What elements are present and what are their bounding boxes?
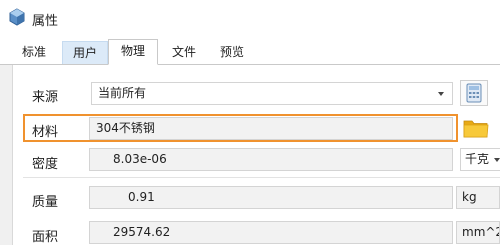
area-label: 面积 (32, 230, 59, 245)
calculator-icon (466, 83, 482, 103)
section-divider (23, 177, 500, 178)
source-value: 当前所有 (98, 86, 147, 100)
material-folder-button[interactable] (461, 115, 491, 141)
tab-user[interactable]: 用户 (62, 41, 108, 65)
mass-label: 质量 (32, 195, 59, 210)
tab-physical[interactable]: 物理 (108, 39, 158, 65)
folder-icon (463, 120, 489, 138)
window-title: 属性 (32, 14, 59, 29)
density-field[interactable]: 8.03e-06 (89, 148, 453, 171)
mass-value: 0.91 (128, 190, 155, 204)
area-field: 29574.62 (89, 221, 453, 244)
area-unit: mm^2 (462, 225, 500, 239)
area-unit-field: mm^2 (456, 221, 500, 244)
density-unit-dropdown[interactable]: 千克 (460, 148, 500, 171)
material-field[interactable]: 304不锈钢 (89, 117, 453, 140)
tab-strip: 标准 用户 物理 文件 预览 (0, 36, 500, 65)
tab-standard[interactable]: 标准 (14, 41, 54, 65)
density-unit: 千克 (465, 152, 490, 166)
app-icon (9, 8, 25, 26)
material-label: 材料 (32, 125, 59, 140)
title-bar: 属性 (0, 0, 500, 34)
mass-field: 0.91 (89, 186, 453, 209)
chevron-down-icon (438, 92, 444, 96)
tab-file[interactable]: 文件 (164, 41, 204, 65)
area-value: 29574.62 (113, 225, 171, 239)
density-value: 8.03e-06 (113, 152, 167, 166)
source-dropdown[interactable]: 当前所有 (91, 82, 453, 105)
chevron-down-icon (494, 158, 500, 162)
tab-preview[interactable]: 预览 (212, 41, 252, 65)
source-label: 来源 (32, 90, 59, 105)
mass-unit-field: kg (456, 186, 500, 209)
mass-unit: kg (462, 190, 477, 204)
calculator-button[interactable] (460, 80, 488, 106)
material-value: 304不锈钢 (96, 121, 155, 135)
density-label: 密度 (32, 157, 59, 172)
